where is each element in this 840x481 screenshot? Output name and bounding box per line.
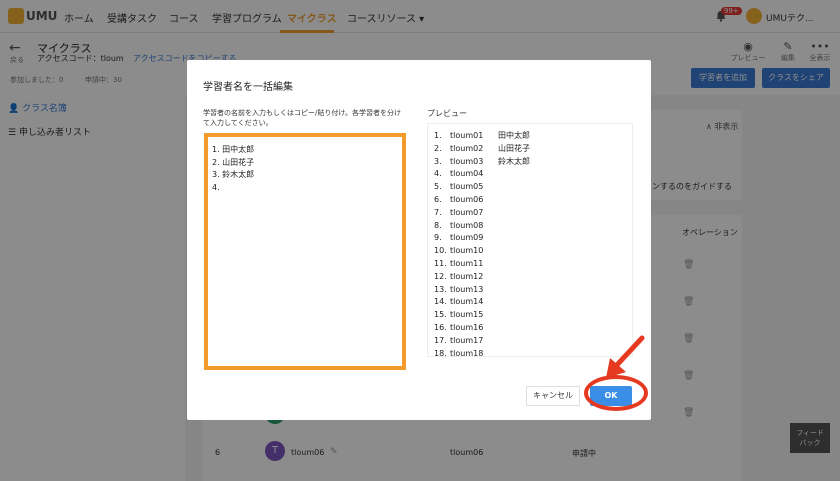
- preview-row-id: tloum01: [450, 131, 484, 140]
- preview-row-id: tloum18: [450, 348, 484, 357]
- preview-row: 6. tloum06: [434, 194, 626, 207]
- preview-row: 15. tloum15: [434, 309, 626, 322]
- preview-row: 10. tloum10: [434, 245, 626, 258]
- preview-row-number: 10.: [434, 246, 447, 256]
- preview-row-number: 2.: [434, 143, 442, 153]
- preview-row: 18. tloum18: [434, 348, 626, 357]
- preview-row-number: 8.: [434, 220, 442, 230]
- preview-row-id: tloum06: [450, 194, 484, 204]
- preview-row-id: tloum16: [450, 322, 484, 332]
- preview-row-number: 9.: [434, 233, 442, 243]
- preview-row-number: 6.: [434, 194, 442, 204]
- preview-row-id: tloum13: [450, 284, 484, 294]
- annotation-arrow-icon: [606, 335, 645, 378]
- preview-row-number: 16.: [434, 322, 447, 332]
- modal-title: 学習者名を一括編集: [203, 82, 293, 93]
- preview-row: 3. tloum03 鈴木太郎: [434, 156, 626, 169]
- preview-row-id: tloum15: [450, 310, 484, 320]
- preview-row-number: 14.: [434, 297, 447, 307]
- preview-row: 2. tloum02 山田花子: [434, 143, 626, 156]
- preview-row: 1. tloum01 田中太郎: [434, 130, 626, 143]
- textarea-line: 3. 鈴木太郎: [212, 170, 255, 179]
- preview-row-id: tloum10: [450, 246, 484, 256]
- preview-row-id: tloum03: [450, 156, 484, 166]
- preview-row-id: tloum02: [450, 143, 484, 153]
- preview-row: 9. tloum09: [434, 232, 626, 245]
- textarea-line: 2. 山田花子: [212, 157, 255, 167]
- preview-row: 7. tloum07: [434, 207, 626, 220]
- preview-row-number: 1.: [434, 131, 442, 140]
- learner-names-textarea[interactable]: 1. 田中太郎 2. 山田花子 3. 鈴木太郎 4.: [204, 133, 406, 370]
- preview-row-id: tloum05: [450, 182, 484, 192]
- preview-row-id: tloum17: [450, 335, 484, 345]
- textarea-line: 1. 田中太郎: [212, 145, 255, 154]
- preview-row-number: 13.: [434, 284, 447, 294]
- modal-instruction: 学習者の名前を入力もしくはコピー/貼り付け。各学習者を分けて入力してください。: [203, 109, 402, 127]
- preview-row-number: 12.: [434, 271, 447, 281]
- preview-row-id: tloum09: [450, 233, 484, 243]
- preview-row-number: 11.: [434, 258, 447, 268]
- preview-list[interactable]: 1. tloum01 田中太郎 2. tloum02 山田花子 3. tloum03 鈴木太郎 4…: [427, 123, 633, 357]
- preview-row-number: 7.: [434, 207, 442, 217]
- preview-row-id: tloum07: [450, 207, 484, 217]
- preview-row: 16. tloum16: [434, 322, 626, 335]
- preview-row: 13. tloum13: [434, 284, 626, 297]
- preview-row: 14. tloum14: [434, 296, 626, 309]
- preview-row: 5. tloum05: [434, 181, 626, 194]
- preview-label: プレビュー: [427, 109, 467, 118]
- preview-row-number: 18.: [434, 348, 447, 357]
- preview-row-id: tloum04: [450, 169, 484, 179]
- preview-row-name: 山田花子: [498, 143, 530, 153]
- textarea-line: 4.: [212, 182, 220, 192]
- preview-row-number: 4.: [434, 169, 442, 179]
- preview-row-number: 3.: [434, 156, 442, 166]
- preview-row: 12. tloum12: [434, 271, 626, 284]
- preview-row-id: tloum14: [450, 297, 484, 307]
- preview-row-id: tloum08: [450, 220, 484, 230]
- preview-row: 4. tloum04: [434, 168, 626, 181]
- preview-row: 11. tloum11: [434, 258, 626, 271]
- cancel-button[interactable]: キャンセル: [526, 386, 580, 406]
- preview-row-id: tloum12: [450, 271, 484, 281]
- preview-row: 8. tloum08: [434, 220, 626, 233]
- preview-row-number: 17.: [434, 335, 447, 345]
- bulk-edit-modal: 学習者名を一括編集 学習者の名前を入力もしくはコピー/貼り付け。各学習者を分けて…: [187, 60, 651, 420]
- preview-row-id: tloum11: [450, 258, 484, 268]
- preview-row-name: 鈴木太郎: [498, 156, 530, 166]
- preview-row-name: 田中太郎: [498, 131, 530, 140]
- preview-row-number: 5.: [434, 182, 442, 192]
- preview-row-number: 15.: [434, 310, 447, 320]
- preview-row: 17. tloum17: [434, 335, 626, 348]
